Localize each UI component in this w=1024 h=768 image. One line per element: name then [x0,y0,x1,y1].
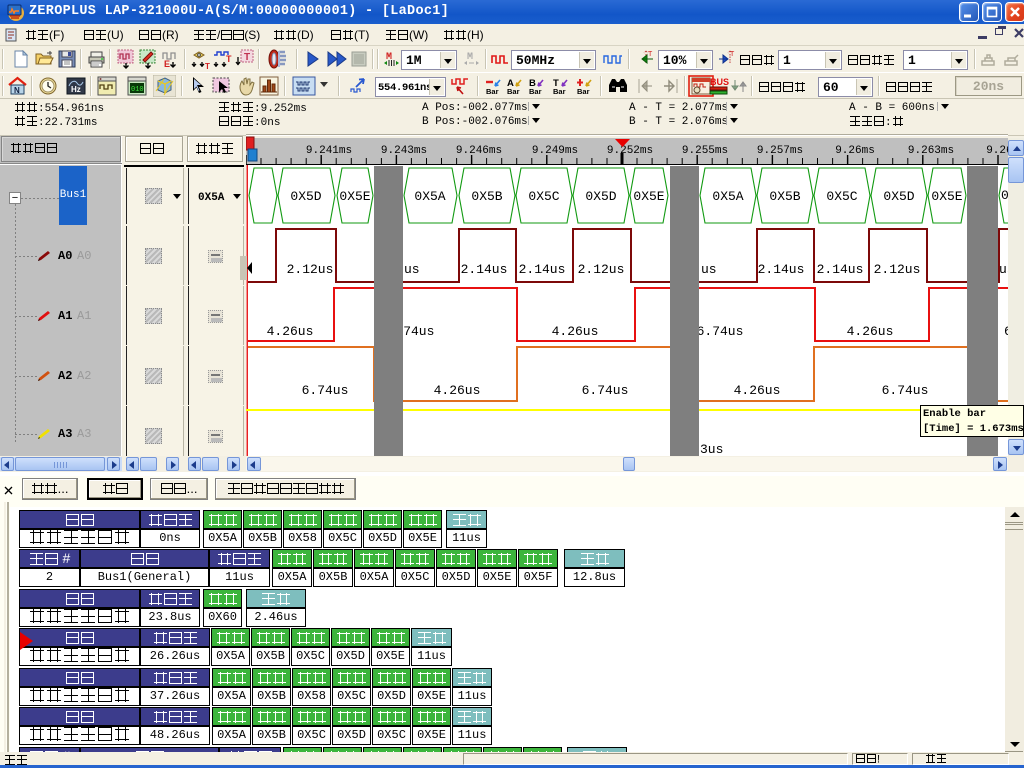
svg-text:4.26us: 4.26us [847,324,894,339]
svg-text:0X5B: 0X5B [471,189,502,204]
svg-text:Bar: Bar [507,87,520,96]
svg-text:2.12us: 2.12us [578,262,625,277]
svg-text:T: T [648,51,653,58]
svg-text:T: T [226,54,232,64]
svg-text:6.74us: 6.74us [302,383,349,398]
svg-text:T: T [730,51,735,58]
svg-text:us: us [404,262,420,277]
svg-text:9.263ms: 9.263ms [908,145,954,157]
svg-text:0X5D: 0X5D [883,189,914,204]
svg-text:BUS: BUS [710,77,729,87]
svg-text:9.266m: 9.266m [986,145,1008,157]
svg-text:0X5E: 0X5E [633,189,664,204]
svg-text:0X5A: 0X5A [712,189,743,204]
svg-text:Bar: Bar [529,87,542,96]
svg-text:9.255ms: 9.255ms [682,145,728,157]
svg-text:4.26us: 4.26us [434,383,481,398]
svg-text:9.246ms: 9.246ms [456,145,502,157]
svg-text:0X5C: 0X5C [826,189,857,204]
svg-text:us: us [999,262,1008,277]
svg-text:2.14us: 2.14us [519,262,566,277]
svg-text:0X5E: 0X5E [931,189,962,204]
svg-text:9.26ms: 9.26ms [835,145,875,157]
svg-text:Hz: Hz [71,85,81,94]
svg-text:T: T [205,62,210,69]
svg-text:Bar: Bar [577,87,590,96]
svg-text:Bar: Bar [486,87,499,96]
svg-text:9.249ms: 9.249ms [532,145,578,157]
svg-text:2.12us: 2.12us [874,262,921,277]
svg-text:0X5B: 0X5B [769,189,800,204]
svg-text:0.: 0. [1001,188,1008,203]
svg-text:N: N [14,86,20,95]
svg-text:T: T [244,52,250,63]
svg-text:us: us [701,262,717,277]
svg-text:4.26us: 4.26us [267,324,314,339]
svg-text:6.74us: 6.74us [697,324,744,339]
svg-text:010: 010 [131,86,144,94]
svg-text:0X5C: 0X5C [528,189,559,204]
svg-text:2.14us: 2.14us [817,262,864,277]
svg-text:9.252ms: 9.252ms [607,145,653,157]
svg-text:6.74us: 6.74us [882,383,929,398]
svg-text:9.257ms: 9.257ms [757,145,803,157]
svg-text:9.243ms: 9.243ms [381,145,427,157]
svg-text:M: M [467,52,473,63]
svg-text:0X5E: 0X5E [339,189,370,204]
svg-text:3us: 3us [700,442,723,456]
svg-text:2.14us: 2.14us [461,262,508,277]
svg-text:6.74us: 6.74us [582,383,629,398]
svg-text:2.14us: 2.14us [758,262,805,277]
svg-text:2.12us: 2.12us [287,262,334,277]
svg-text:E: E [164,59,170,69]
svg-text:0X5A: 0X5A [414,189,445,204]
svg-text:4.26us: 4.26us [734,383,781,398]
svg-text:0X5D: 0X5D [290,189,321,204]
svg-text:0X5D: 0X5D [585,189,616,204]
svg-text:Bar: Bar [553,87,566,96]
svg-text:9.241ms: 9.241ms [306,145,352,157]
svg-text:4.26us: 4.26us [552,324,599,339]
